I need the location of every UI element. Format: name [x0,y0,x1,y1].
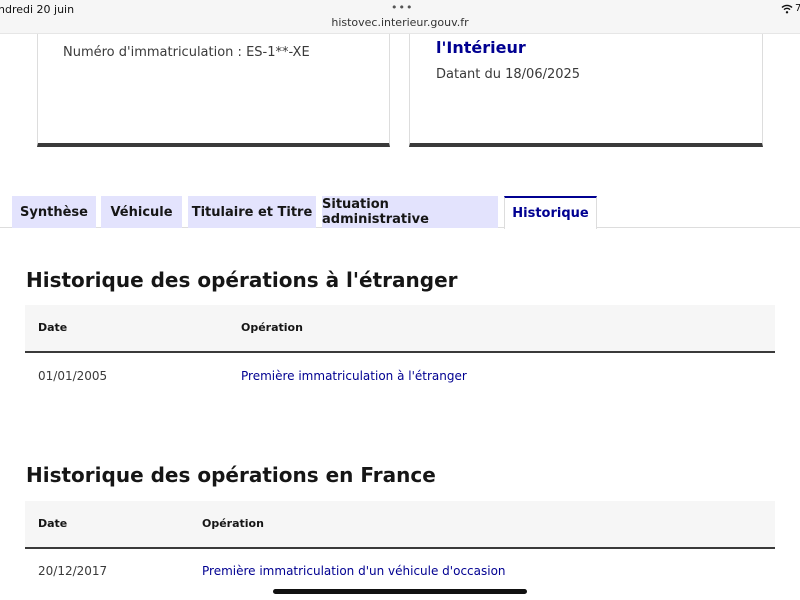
url-bar[interactable]: histovec.interieur.gouv.fr [0,16,800,29]
foreign-operations-table: Date Opération 01/01/2005 Première immat… [25,305,775,395]
france-operations-table: Date Opération 20/12/2017 Première immat… [25,501,775,591]
table-cell-date: 01/01/2005 [38,369,108,383]
registration-number: Numéro d'immatriculation : ES-1**-XE [63,45,310,60]
table-header: Date Opération [25,305,775,353]
certificate-card: l'Intérieur Datant du 18/06/2025 [409,34,763,147]
section-title-france: Historique des opérations en France [26,463,436,487]
table-header: Date Opération [25,501,775,549]
tab-synthese[interactable]: Synthèse [12,196,96,228]
page: ndredi 20 juin ••• histovec.interieur.go… [0,0,800,600]
table-cell-operation: Première immatriculation d'un véhicule d… [202,564,506,578]
home-indicator[interactable] [273,589,527,594]
tab-vehicule[interactable]: Véhicule [101,196,182,228]
wifi-icon [781,4,793,14]
table-cell-date: 20/12/2017 [38,564,108,578]
certificate-date: Datant du 18/06/2025 [436,67,581,82]
table-cell-operation: Première immatriculation à l'étranger [241,369,467,383]
registration-card: Numéro d'immatriculation : ES-1**-XE [37,34,390,147]
more-dots-icon[interactable]: ••• [391,1,413,14]
column-header-operation: Opération [202,517,264,530]
browser-status-bar: ndredi 20 juin ••• histovec.interieur.go… [0,0,800,34]
certificate-title: l'Intérieur [436,38,526,57]
section-title-foreign: Historique des opérations à l'étranger [26,268,458,292]
column-header-date: Date [38,517,68,530]
tab-historique[interactable]: Historique [504,196,597,229]
column-header-operation: Opération [241,321,303,334]
tab-titulaire-et-titre[interactable]: Titulaire et Titre [188,196,316,228]
tab-situation-administrative[interactable]: Situation administrative [322,196,498,228]
status-time: ndredi 20 juin [0,3,75,16]
column-header-date: Date [38,321,68,334]
battery-level: 7 [795,3,800,14]
